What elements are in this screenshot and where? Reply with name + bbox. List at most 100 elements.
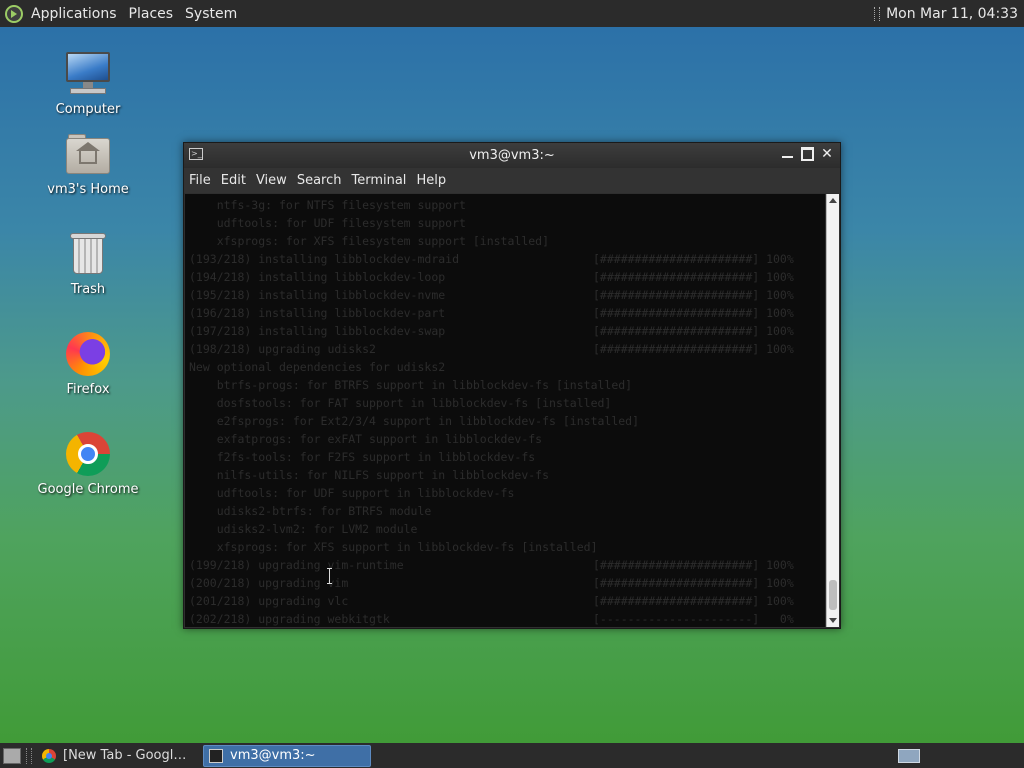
terminal-line: f2fs-tools: for F2FS support in libblock… xyxy=(185,448,825,466)
desktop-icon-label: Firefox xyxy=(66,382,110,397)
scroll-down-icon[interactable] xyxy=(829,618,837,623)
terminal-line-text: (193/218) installing libblockdev-mdraid xyxy=(189,252,460,266)
top-panel: Applications Places System Mon Mar 11, 0… xyxy=(0,0,1024,27)
terminal-line: (194/218) installing libblockdev-loop [##… xyxy=(185,268,825,286)
desktop-icon-firefox[interactable]: Firefox xyxy=(23,330,153,397)
menu-file[interactable]: File xyxy=(189,173,211,188)
maximize-button[interactable] xyxy=(800,146,814,162)
window-titlebar[interactable]: >_ vm3@vm3:~ ✕ xyxy=(184,143,840,168)
terminal-line-text: udftools: for UDF support in libblockdev… xyxy=(189,486,515,500)
desktop-icon-computer[interactable]: Computer xyxy=(23,50,153,117)
top-panel-right: Mon Mar 11, 04:33 xyxy=(874,6,1018,22)
menu-help[interactable]: Help xyxy=(416,173,446,188)
menu-view[interactable]: View xyxy=(256,173,287,188)
progress-bar-text: [######################] 100% xyxy=(593,576,794,590)
progress-bar-text: [######################] 100% xyxy=(593,306,794,320)
close-button[interactable]: ✕ xyxy=(820,146,834,162)
desktop-icon-label: Trash xyxy=(70,282,106,297)
terminal-line-text: (199/218) upgrading vim-runtime xyxy=(189,558,404,572)
scrollbar-thumb[interactable] xyxy=(829,580,837,610)
terminal-line: (196/218) installing libblockdev-part [##… xyxy=(185,304,825,322)
menu-system[interactable]: System xyxy=(185,6,237,22)
desktop-icon-trash[interactable]: Trash xyxy=(23,230,153,297)
trash-icon xyxy=(64,230,112,278)
menu-logo-icon[interactable] xyxy=(5,4,23,23)
terminal-line: (201/218) upgrading vlc [################… xyxy=(185,592,825,610)
progress-bar-text: [######################] 100% xyxy=(593,558,794,572)
terminal-line-text: (194/218) installing libblockdev-loop xyxy=(189,270,446,284)
terminal-scrollbar[interactable] xyxy=(826,194,839,627)
terminal-line: e2fsprogs: for Ext2/3/4 support in libbl… xyxy=(185,412,825,430)
terminal-line: udftools: for UDF filesystem support xyxy=(185,214,825,232)
terminal-line: (195/218) installing libblockdev-nvme [##… xyxy=(185,286,825,304)
taskbar-item-chrome[interactable]: [New Tab - Google ... xyxy=(37,745,199,767)
terminal-line-text: exfatprogs: for exFAT support in libbloc… xyxy=(189,432,543,446)
terminal-line: (197/218) installing libblockdev-swap [##… xyxy=(185,322,825,340)
terminal-window[interactable]: >_ vm3@vm3:~ ✕ File Edit View Search Ter… xyxy=(183,142,841,629)
terminal-line: New optional dependencies for udisks2 xyxy=(185,358,825,376)
firefox-icon xyxy=(64,330,112,378)
terminal-line-text: udftools: for UDF filesystem support xyxy=(189,216,466,230)
taskbar-item-terminal[interactable]: vm3@vm3:~ xyxy=(203,744,371,767)
terminal-line: (202/218) upgrading webkitgtk [----------… xyxy=(185,610,825,627)
terminal-line-text: (197/218) installing libblockdev-swap xyxy=(189,324,446,338)
progress-bar-text: [######################] 100% xyxy=(593,270,794,284)
terminal-line-text: (198/218) upgrading udisks2 xyxy=(189,342,376,356)
terminal-line: dosfstools: for FAT support in libblockd… xyxy=(185,394,825,412)
progress-bar-text: [----------------------] 0% xyxy=(593,612,794,626)
terminal-line: udftools: for UDF support in libblockdev… xyxy=(185,484,825,502)
desktop-icon-chrome[interactable]: Google Chrome xyxy=(23,430,153,497)
show-desktop-button[interactable] xyxy=(3,747,21,764)
menu-edit[interactable]: Edit xyxy=(221,173,246,188)
scroll-up-icon[interactable] xyxy=(829,198,837,203)
terminal-line-text: f2fs-tools: for F2FS support in libblock… xyxy=(189,450,536,464)
text-cursor-icon xyxy=(326,568,333,584)
window-title: vm3@vm3:~ xyxy=(469,148,555,163)
terminal-line-text: xfsprogs: for XFS filesystem support [in… xyxy=(189,234,550,248)
chrome-icon xyxy=(42,748,56,763)
terminal-line: (198/218) upgrading udisks2 [############… xyxy=(185,340,825,358)
terminal-line-text: dosfstools: for FAT support in libblockd… xyxy=(189,396,612,410)
terminal-line-text: btrfs-progs: for BTRFS support in libblo… xyxy=(189,378,633,392)
home-folder-icon xyxy=(64,130,112,178)
terminal-line: xfsprogs: for XFS filesystem support [in… xyxy=(185,232,825,250)
terminal-line: (199/218) upgrading vim-runtime [########… xyxy=(185,556,825,574)
desktop-icon-label: Google Chrome xyxy=(37,482,139,497)
progress-bar-text: [######################] 100% xyxy=(593,252,794,266)
panel-separator xyxy=(26,747,32,764)
progress-bar-text: [######################] 100% xyxy=(593,324,794,338)
terminal-line-text: xfsprogs: for XFS support in libblockdev… xyxy=(189,540,598,554)
terminal-line-text: (202/218) upgrading webkitgtk xyxy=(189,612,390,626)
workspace-switcher[interactable] xyxy=(898,748,920,763)
terminal-line-text: nilfs-utils: for NILFS support in libblo… xyxy=(189,468,550,482)
panel-separator xyxy=(874,6,881,21)
terminal-line-text: udisks2-lvm2: for LVM2 module xyxy=(189,522,418,536)
terminal-line: (200/218) upgrading vim [################… xyxy=(185,574,825,592)
desktop-icon-label: vm3's Home xyxy=(47,182,129,197)
progress-bar-text: [######################] 100% xyxy=(593,288,794,302)
terminal-line-text: ntfs-3g: for NTFS filesystem support xyxy=(189,198,466,212)
desktop-icon-home[interactable]: vm3's Home xyxy=(23,130,153,197)
taskbar-item-label: vm3@vm3:~ xyxy=(230,748,316,763)
terminal-line: (193/218) installing libblockdev-mdraid [… xyxy=(185,250,825,268)
menu-places[interactable]: Places xyxy=(129,6,174,22)
terminal-line-text: (195/218) installing libblockdev-nvme xyxy=(189,288,446,302)
terminal-line-text: (200/218) upgrading vim xyxy=(189,576,349,590)
minimize-button[interactable] xyxy=(780,146,794,162)
clock[interactable]: Mon Mar 11, 04:33 xyxy=(886,6,1018,22)
terminal-line: nilfs-utils: for NILFS support in libblo… xyxy=(185,466,825,484)
menu-search[interactable]: Search xyxy=(297,173,342,188)
terminal-line: udisks2-btrfs: for BTRFS module xyxy=(185,502,825,520)
terminal-line: udisks2-lvm2: for LVM2 module xyxy=(185,520,825,538)
terminal-line-text: (196/218) installing libblockdev-part xyxy=(189,306,446,320)
progress-bar-text: [######################] 100% xyxy=(593,342,794,356)
terminal-icon xyxy=(209,748,223,763)
terminal-output[interactable]: ntfs-3g: for NTFS filesystem support udf… xyxy=(185,194,825,627)
computer-icon xyxy=(64,50,112,98)
taskbar-item-label: [New Tab - Google ... xyxy=(63,748,194,763)
terminal-line-text: e2fsprogs: for Ext2/3/4 support in libbl… xyxy=(189,414,640,428)
terminal-line-text: (201/218) upgrading vlc xyxy=(189,594,349,608)
menu-applications[interactable]: Applications xyxy=(31,6,117,22)
menu-terminal[interactable]: Terminal xyxy=(351,173,406,188)
terminal-line-text: New optional dependencies for udisks2 xyxy=(189,360,446,374)
